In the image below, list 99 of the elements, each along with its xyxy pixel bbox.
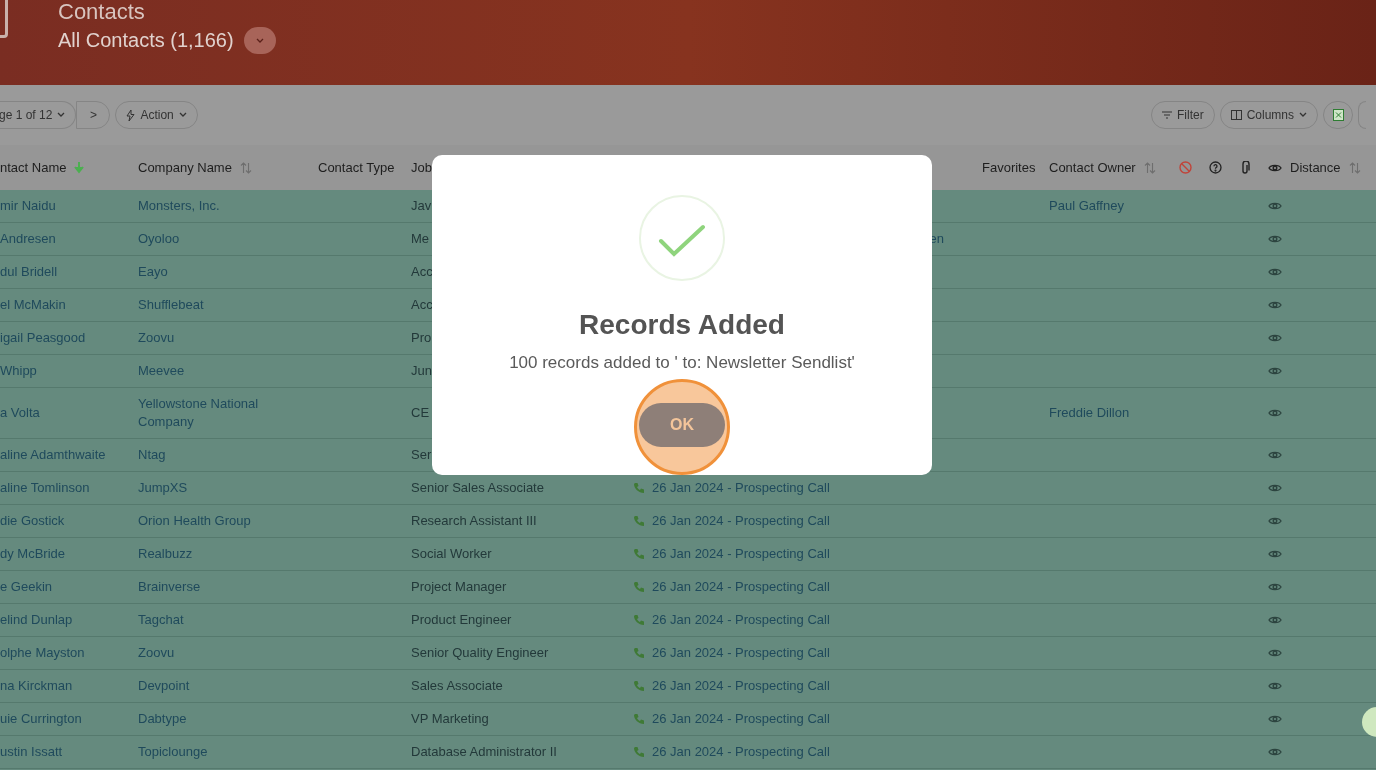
last-activity-link[interactable]: 26 Jan 2024 - Prospecting Call (652, 677, 830, 695)
contact-name-link[interactable]: ustin Issatt (0, 736, 138, 768)
company-name-link[interactable]: Realbuzz (138, 538, 318, 570)
company-name-link[interactable]: Brainverse (138, 571, 318, 603)
column-header[interactable]: Company Name (138, 160, 232, 175)
phone-icon (633, 482, 645, 494)
last-activity-link[interactable]: 26 Jan 2024 - Prospecting Call (652, 710, 830, 728)
chevron-down-icon (57, 112, 66, 118)
company-name-link[interactable]: Eayo (138, 256, 318, 288)
phone-icon (633, 647, 645, 659)
filter-icon (1161, 111, 1172, 119)
contact-name-link[interactable]: aline Adamthwaite (0, 439, 138, 471)
company-name-link[interactable]: JumpXS (138, 472, 318, 504)
phone-icon (633, 680, 645, 692)
company-name-link[interactable]: Tagchat (138, 604, 318, 636)
sort-icon[interactable] (1348, 161, 1361, 174)
contact-name-link[interactable]: die Gostick (0, 505, 138, 537)
contact-name-link[interactable]: mir Naidu (0, 190, 138, 222)
contact-name-link[interactable]: olphe Mayston (0, 637, 138, 669)
success-check-icon (639, 195, 725, 281)
company-name-link[interactable]: Shufflebeat (138, 289, 318, 321)
job-title-cell: Product Engineer (411, 612, 512, 627)
job-title-cell: Senior Quality Engineer (411, 645, 549, 660)
job-title-cell: VP Marketing (411, 711, 489, 726)
company-name-link[interactable]: Meevee (138, 355, 318, 387)
phone-icon (633, 548, 645, 560)
column-header[interactable]: Contact Owner (1049, 160, 1136, 175)
job-title-cell: Social Worker (411, 546, 492, 561)
contact-owner-link[interactable]: Freddie Dillon (1049, 397, 1170, 429)
chevron-down-icon (1299, 112, 1307, 118)
job-title-cell: Ser (411, 447, 432, 462)
attachment-icon[interactable] (1239, 160, 1251, 175)
view-dropdown-button[interactable] (243, 27, 276, 54)
lightning-icon (126, 109, 136, 121)
column-header[interactable]: ntact Name (0, 160, 67, 175)
company-name-link[interactable]: Zoovu (138, 322, 318, 354)
contact-name-link[interactable]: e Geekin (0, 571, 138, 603)
columns-icon (1230, 110, 1242, 120)
company-name-link[interactable]: Topiclounge (138, 736, 318, 768)
job-title-cell: Me (411, 231, 430, 246)
job-title-cell: Acc (411, 264, 433, 279)
sort-icon[interactable] (1143, 161, 1156, 174)
column-header[interactable]: Distance (1290, 160, 1341, 175)
help-icon[interactable] (1208, 161, 1222, 174)
ok-button[interactable]: OK (639, 403, 725, 447)
company-name-link[interactable]: Yellowstone National Company (138, 388, 318, 438)
contact-name-link[interactable]: igail Peasgood (0, 322, 138, 354)
column-header[interactable]: Job (411, 160, 432, 175)
phone-icon (633, 515, 645, 527)
contact-name-link[interactable]: elind Dunlap (0, 604, 138, 636)
job-title-cell: Research Assistant III (411, 513, 537, 528)
last-activity-link[interactable]: 26 Jan 2024 - Prospecting Call (652, 644, 830, 662)
contact-name-link[interactable]: dul Bridell (0, 256, 138, 288)
page-title: Contacts (58, 0, 145, 24)
blocked-icon[interactable] (1178, 161, 1192, 174)
phone-icon (633, 614, 645, 626)
job-title-cell: CE (411, 405, 430, 420)
job-title-cell: Jav (411, 198, 432, 213)
last-activity-link[interactable]: 26 Jan 2024 - Prospecting Call (652, 512, 830, 530)
contact-name-link[interactable]: a Volta (0, 397, 138, 429)
phone-icon (633, 746, 645, 758)
dialog-title: Records Added (579, 309, 785, 341)
sort-icon[interactable] (239, 161, 252, 174)
column-header[interactable]: Contact Type (318, 160, 395, 175)
contact-name-link[interactable]: Andresen (0, 223, 138, 255)
company-name-link[interactable]: Ntag (138, 439, 318, 471)
contact-name-link[interactable]: Whipp (0, 355, 138, 387)
company-name-link[interactable]: Orion Health Group (138, 505, 318, 537)
chevron-down-icon (255, 37, 264, 44)
last-activity-link[interactable]: 26 Jan 2024 - Prospecting Call (652, 545, 830, 563)
job-title-cell: Database Administrator II (411, 744, 557, 759)
contact-name-link[interactable]: el McMakin (0, 289, 138, 321)
company-name-link[interactable]: Devpoint (138, 670, 318, 702)
job-title-cell: Pro (411, 330, 432, 345)
contact-owner-link[interactable]: Paul Gaffney (1049, 190, 1170, 222)
contact-name-link[interactable]: na Kirckman (0, 670, 138, 702)
company-name-link[interactable]: Dabtype (138, 703, 318, 735)
job-title-cell: Jun (411, 363, 432, 378)
last-activity-link[interactable]: 26 Jan 2024 - Prospecting Call (652, 479, 830, 497)
spreadsheet-icon (1332, 109, 1344, 121)
last-activity-link[interactable]: 26 Jan 2024 - Prospecting Call (652, 743, 830, 761)
last-activity-link[interactable]: 26 Jan 2024 - Prospecting Call (652, 611, 830, 629)
company-name-link[interactable]: Monsters, Inc. (138, 190, 318, 222)
contact-name-link[interactable]: uie Currington (0, 703, 138, 735)
phone-icon (633, 713, 645, 725)
job-title-cell: Senior Sales Associate (411, 480, 544, 495)
chevron-down-icon (178, 112, 187, 118)
contact-name-link[interactable]: aline Tomlinson (0, 472, 138, 504)
view-name: All Contacts (1,166) (58, 29, 234, 52)
job-title-cell: Project Manager (411, 579, 507, 594)
phone-icon (633, 581, 645, 593)
contact-name-link[interactable]: dy McBride (0, 538, 138, 570)
company-name-link[interactable]: Zoovu (138, 637, 318, 669)
column-header[interactable]: Favorites (982, 160, 1036, 175)
job-title-cell: Acc (411, 297, 433, 312)
company-name-link[interactable]: Oyoloo (138, 223, 318, 255)
job-title-cell: Sales Associate (411, 678, 503, 693)
dialog-message: 100 records added to ' to: Newsletter Sendlist' (509, 353, 855, 373)
last-activity-link[interactable]: 26 Jan 2024 - Prospecting Call (652, 578, 830, 596)
